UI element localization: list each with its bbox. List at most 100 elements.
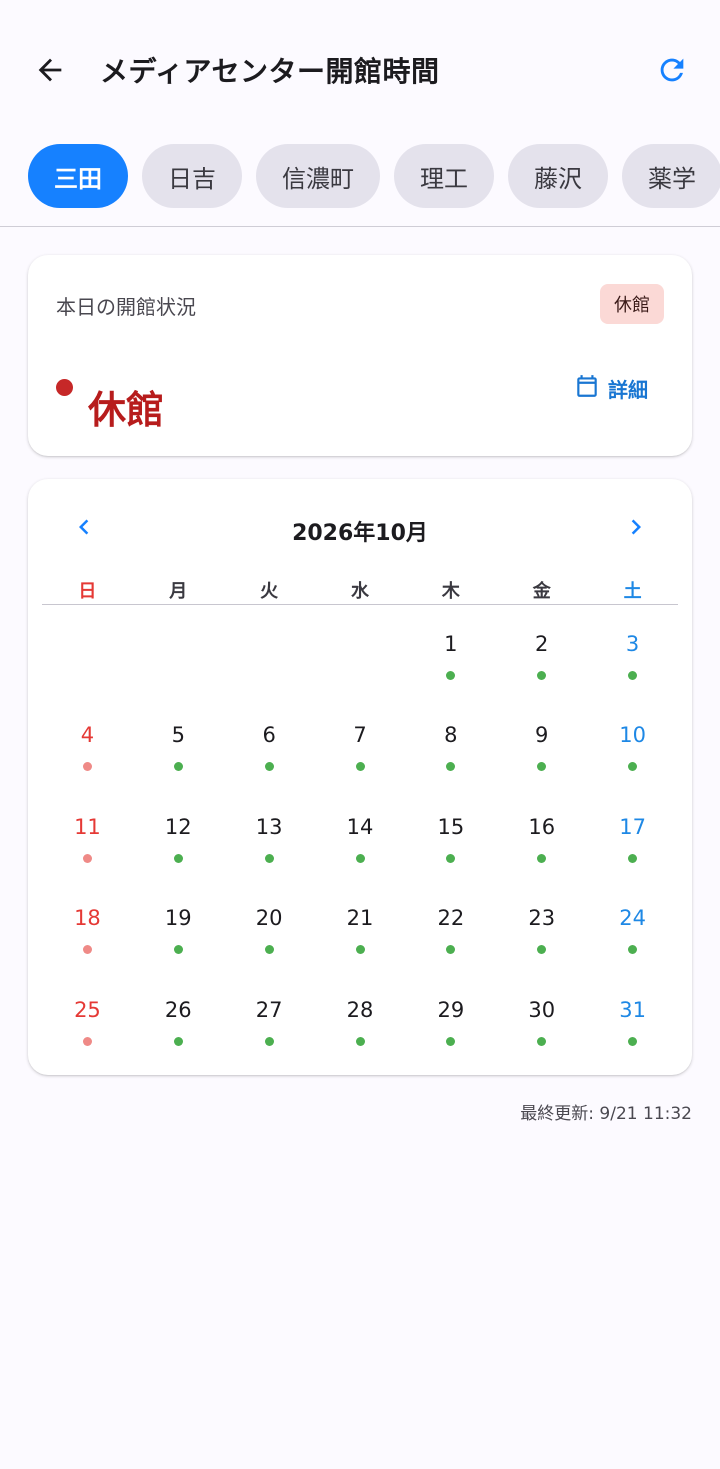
calendar-day-cell[interactable]: 2	[496, 605, 587, 696]
calendar-day-number: 31	[619, 997, 646, 1022]
tab-fujisawa[interactable]: 藤沢	[508, 144, 608, 208]
open-status-dot	[537, 853, 547, 863]
open-status-dot	[355, 1036, 365, 1046]
calendar-day-cell[interactable]: 15	[405, 788, 496, 879]
calendar-day-number: 26	[164, 997, 192, 1022]
calendar-day-number: 9	[535, 723, 549, 748]
status-main-text: 休館	[88, 388, 165, 432]
calendar-day-cell[interactable]: 11	[42, 788, 133, 879]
calendar-day-number: 16	[528, 814, 556, 839]
tab-shinanomachi[interactable]: 信濃町	[256, 144, 380, 208]
tab-hiyoshi[interactable]: 日吉	[142, 144, 242, 208]
open-status-dot	[628, 1036, 638, 1046]
calendar-empty-cell	[42, 605, 133, 696]
open-status-dot	[264, 1036, 274, 1046]
calendar-day-number: 1	[444, 632, 458, 656]
calendar-day-cell[interactable]: 8	[405, 696, 496, 787]
calendar-day-cell[interactable]: 10	[587, 696, 678, 787]
arrow-left-icon	[33, 53, 67, 91]
calendar-day-cell[interactable]: 16	[496, 788, 587, 879]
calendar-day-number: 12	[164, 814, 192, 839]
calendar-day-number: 7	[353, 723, 367, 748]
detail-label: 詳細	[608, 377, 648, 402]
calendar-card: 2026年10月 日 月 火 水 木 金 土 1 2 3 4 5 6 7 8 9 10 11 12 13…	[28, 479, 692, 1075]
calendar-day-cell[interactable]: 22	[405, 879, 496, 970]
calendar-day-cell[interactable]: 26	[133, 971, 224, 1062]
calendar-day-cell[interactable]: 13	[224, 788, 315, 879]
open-status-dot	[173, 945, 183, 955]
calendar-day-number: 3	[625, 632, 640, 656]
open-status-dot	[446, 671, 456, 680]
calendar-day-cell[interactable]: 5	[133, 696, 224, 787]
refresh-button[interactable]	[644, 44, 700, 100]
refresh-icon	[655, 53, 689, 91]
calendar-day-cell[interactable]: 20	[224, 879, 315, 970]
calendar-day-number: 25	[74, 997, 101, 1022]
calendar-day-cell[interactable]: 12	[133, 788, 224, 879]
open-status-dot	[537, 671, 547, 680]
calendar-day-cell[interactable]: 28	[315, 971, 406, 1062]
calendar-day-cell[interactable]: 29	[405, 971, 496, 1062]
calendar-day-cell[interactable]: 3	[587, 605, 678, 696]
back-button[interactable]	[22, 44, 78, 100]
calendar-day-cell[interactable]: 6	[224, 696, 315, 787]
calendar-day-number: 20	[255, 906, 283, 931]
calendar-day-cell[interactable]: 21	[315, 879, 406, 970]
open-status-dot	[264, 762, 274, 772]
weekday-label: 木	[441, 581, 460, 602]
calendar-day-cell[interactable]: 9	[496, 696, 587, 787]
weekday-label: 月	[169, 581, 188, 602]
weekday-header: 日 月 火 水 木 金 土	[42, 577, 678, 605]
calendar-day-cell[interactable]: 14	[315, 788, 406, 879]
calendar-day-number: 17	[619, 814, 646, 839]
calendar-day-cell[interactable]: 4	[42, 696, 133, 787]
tab-rikou[interactable]: 理工	[394, 144, 494, 208]
calendar-day-number: 15	[437, 814, 465, 839]
weekday-label: 日	[78, 581, 97, 602]
calendar-day-cell[interactable]: 24	[587, 879, 678, 970]
calendar-day-number: 6	[262, 723, 276, 748]
calendar-day-cell[interactable]: 23	[496, 879, 587, 970]
calendar-day-cell[interactable]: 17	[587, 788, 678, 879]
calendar-week-row: 18 19 20 21 22 23 24	[42, 879, 678, 970]
calendar-grid: 1 2 3 4 5 6 7 8 9 10 11 12 13 14 15 16 17 18 19 20 21 22 23 24 2…	[42, 605, 678, 1062]
calendar-day-cell[interactable]: 27	[224, 971, 315, 1062]
calendar-day-cell[interactable]: 25	[42, 971, 133, 1062]
detail-button[interactable]: 詳細	[574, 371, 648, 405]
calendar-day-number: 10	[619, 723, 646, 748]
page-title: メディアセンター開館時間	[100, 55, 440, 88]
open-status-dot	[628, 671, 638, 680]
calendar-day-number: 11	[74, 814, 101, 839]
calendar-empty-cell	[224, 605, 315, 696]
tab-mita[interactable]: 三田	[28, 144, 128, 208]
calendar-day-number: 22	[437, 906, 465, 931]
closed-status-dot	[82, 853, 92, 863]
tab-yakugaku[interactable]: 薬学	[622, 144, 720, 208]
calendar-day-cell[interactable]: 18	[42, 879, 133, 970]
calendar-day-number: 28	[346, 997, 374, 1022]
calendar-day-number: 30	[528, 997, 556, 1022]
calendar-day-number: 14	[346, 814, 374, 839]
calendar-day-cell[interactable]: 1	[405, 605, 496, 696]
open-status-dot	[628, 853, 638, 863]
weekday-label: 土	[623, 581, 642, 602]
calendar-day-number: 2	[535, 632, 549, 656]
calendar-day-cell[interactable]: 19	[133, 879, 224, 970]
next-month-button[interactable]	[616, 509, 656, 549]
status-card: 本日の開館状況 休館 休館 詳細	[28, 255, 692, 456]
open-status-dot	[537, 945, 547, 955]
open-status-dot	[446, 1036, 456, 1046]
open-status-dot	[537, 1036, 547, 1046]
calendar-day-number: 19	[164, 906, 192, 931]
calendar-day-cell[interactable]: 31	[587, 971, 678, 1062]
weekday-label: 金	[532, 581, 551, 602]
calendar-day-number: 24	[619, 906, 646, 931]
chevron-right-icon	[621, 512, 651, 546]
open-status-dot	[355, 853, 365, 863]
calendar-icon	[574, 373, 600, 404]
calendar-day-cell[interactable]: 7	[315, 696, 406, 787]
calendar-day-number: 29	[437, 997, 465, 1022]
open-status-dot	[355, 762, 365, 772]
calendar-day-cell[interactable]: 30	[496, 971, 587, 1062]
open-status-dot	[173, 853, 183, 863]
